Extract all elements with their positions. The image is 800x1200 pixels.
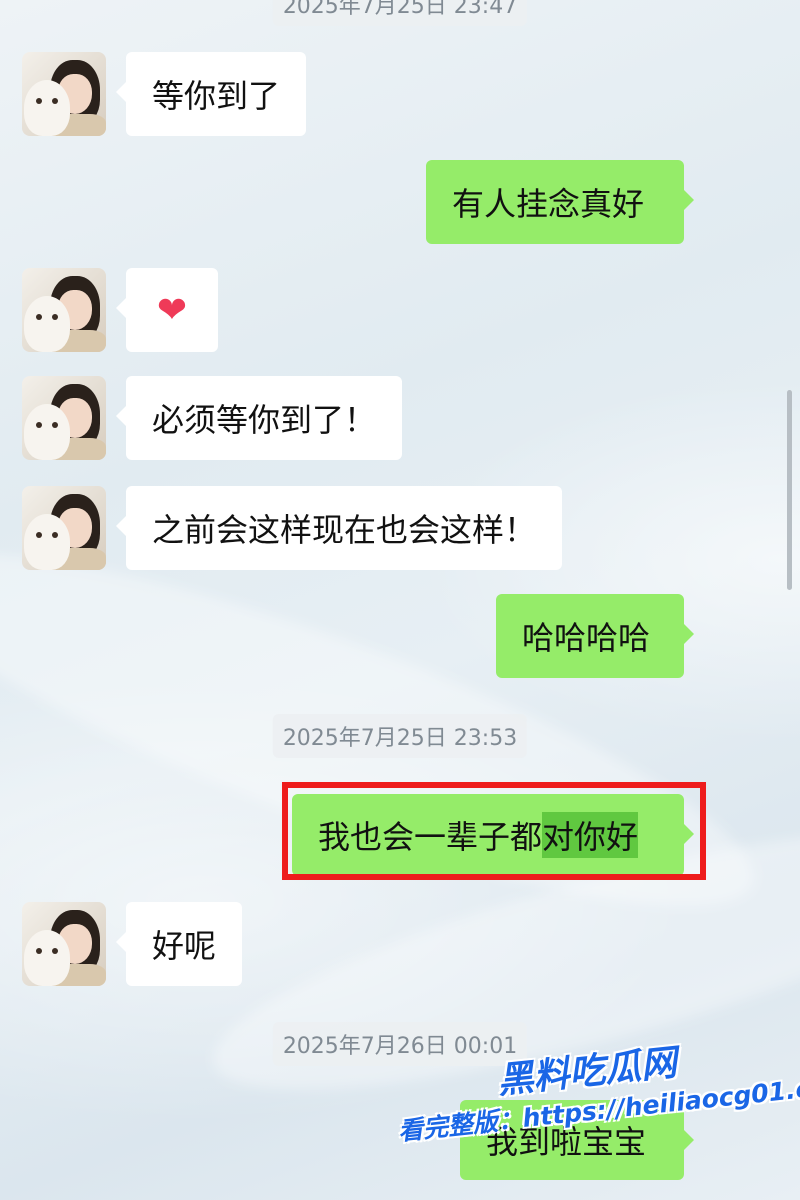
message-text: 哈哈哈哈 [522,619,651,657]
message-bubble-sent[interactable]: 哈哈哈哈 [496,594,694,678]
message-text: 等你到了 [152,77,281,115]
avatar[interactable] [22,486,106,570]
timestamp: 2025年7月25日 23:53 [272,714,528,758]
heart-emoji-icon: ❤ [156,289,188,331]
message-bubble-received[interactable]: ❤ [116,268,218,352]
avatar[interactable] [22,376,106,460]
avatar[interactable] [22,52,106,136]
message-bubble-received[interactable]: 等你到了 [115,52,307,136]
message-bubble-sent[interactable]: 有人挂念真好 [426,160,694,244]
timestamp: 2025年7月26日 00:01 [272,1022,528,1066]
avatar[interactable] [22,268,106,352]
message-text: 必须等你到了！ [152,401,377,439]
timestamp: 2025年7月25日 23:47 [272,0,528,26]
avatar[interactable] [22,902,106,986]
message-bubble-received[interactable]: 好呢 [115,902,243,986]
message-text: 有人挂念真好 [452,185,645,223]
annotation-highlight-box [282,782,706,880]
message-text: 之前会这样现在也会这样！ [152,511,537,549]
scrollbar[interactable] [787,390,792,590]
message-bubble-received[interactable]: 之前会这样现在也会这样！ [115,486,563,570]
message-text: 好呢 [152,927,217,965]
message-bubble-received[interactable]: 必须等你到了！ [115,376,403,460]
